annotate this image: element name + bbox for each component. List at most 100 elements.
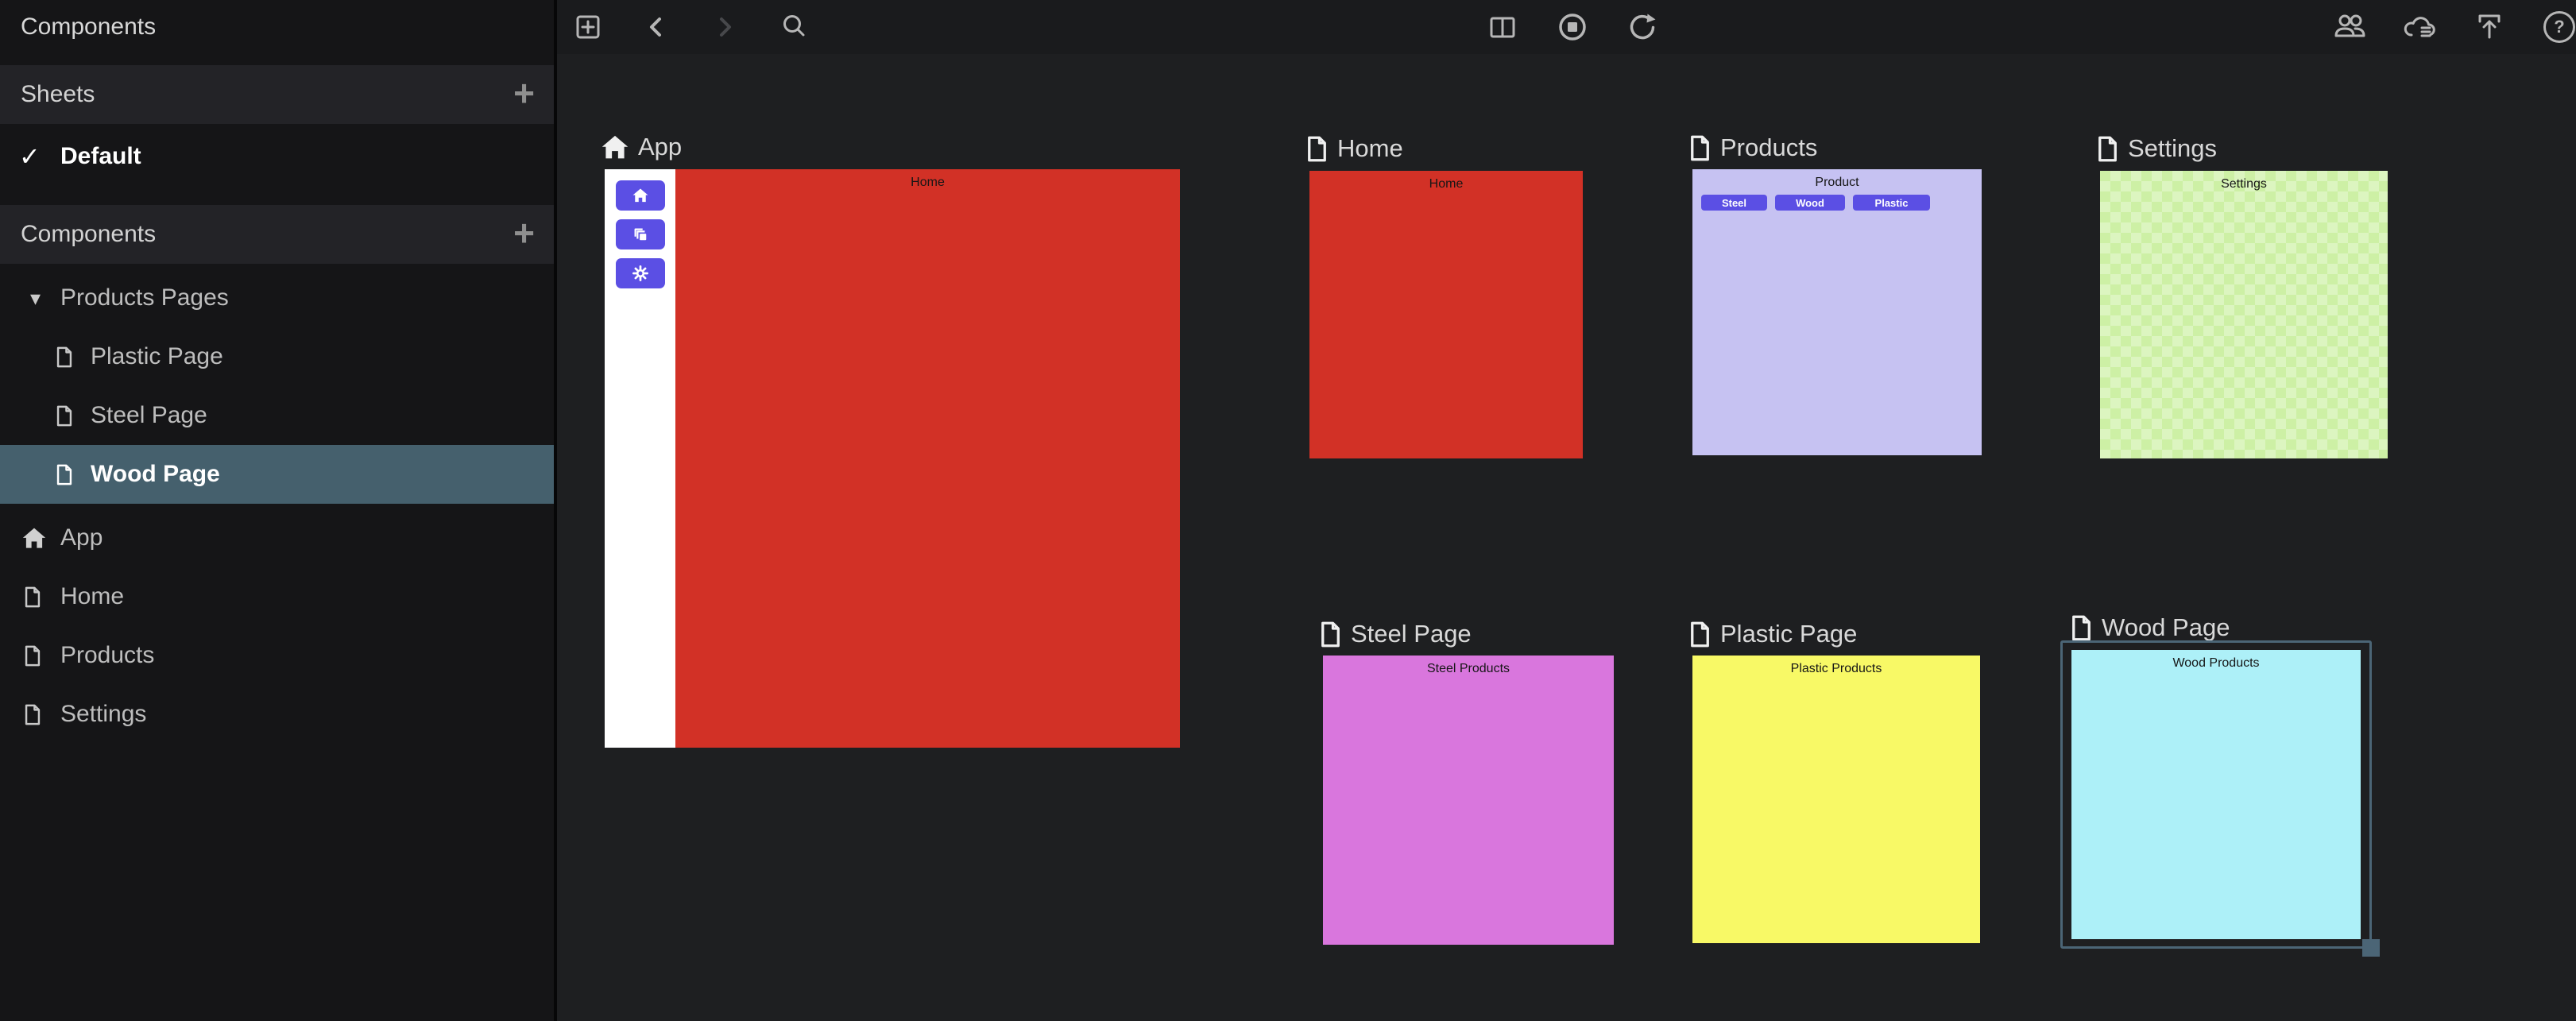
add-frame-button[interactable]	[571, 10, 605, 44]
file-icon	[1689, 135, 1711, 161]
page-heading: Settings	[2100, 171, 2388, 191]
sheets-section-header: Sheets +	[0, 65, 554, 124]
help-glyph: ?	[2554, 17, 2564, 37]
component-canvas-home[interactable]: Home	[1309, 171, 1583, 458]
history-back-button[interactable]	[639, 10, 674, 44]
component-title-steel-page[interactable]: Steel Page	[1320, 617, 1472, 652]
file-icon	[24, 704, 41, 725]
tree-item-label: Steel Page	[0, 402, 207, 429]
file-icon	[1689, 621, 1711, 648]
selection-frame: Wood Products	[2060, 640, 2372, 949]
history-forward-button[interactable]	[707, 10, 742, 44]
chevron-right-icon	[709, 11, 741, 43]
tree-item-label: Plastic Page	[0, 343, 223, 370]
split-view-button[interactable]	[1485, 10, 1520, 44]
home-icon	[601, 135, 629, 160]
page-heading: Home	[1309, 171, 1583, 191]
component-title-text: Plastic Page	[1720, 620, 1857, 648]
component-title-text: Settings	[2128, 134, 2217, 163]
add-sheet-button[interactable]: +	[513, 75, 535, 111]
file-icon	[56, 464, 73, 485]
app-nav-pages-button[interactable]	[616, 219, 665, 249]
component-canvas-settings[interactable]: Settings	[2100, 171, 2388, 458]
component-title-products[interactable]: Products	[1689, 130, 1817, 165]
chevron-left-icon	[640, 11, 672, 43]
component-title-text: Products	[1720, 133, 1817, 162]
page-heading: Wood Products	[2071, 650, 2361, 671]
cloud-sync-button[interactable]	[2402, 10, 2437, 44]
collaborators-button[interactable]	[2333, 10, 2368, 44]
resize-handle[interactable]	[2362, 939, 2380, 957]
search-icon	[779, 11, 810, 43]
help-icon: ?	[2543, 11, 2575, 43]
sidebar-item-label: App	[0, 524, 102, 551]
components-section-header: Components +	[0, 205, 554, 264]
component-title-text: Wood Page	[2102, 613, 2230, 642]
pages-icon	[632, 226, 648, 242]
page-heading: Product	[1692, 169, 1982, 190]
app-nav-home-button[interactable]	[616, 180, 665, 211]
collaborators-icon	[2334, 11, 2367, 43]
sidebar-item-label: Settings	[0, 701, 146, 728]
component-title-app[interactable]: App	[601, 130, 682, 164]
caret-down-icon: ▾	[30, 286, 41, 311]
page-heading: Steel Products	[1323, 656, 1614, 676]
page-heading: Plastic Products	[1692, 656, 1980, 676]
component-canvas-wood-page[interactable]: Wood Products	[2071, 650, 2361, 939]
file-icon	[2071, 615, 2092, 641]
tree-item-plastic-page[interactable]: Plastic Page	[0, 327, 554, 386]
component-title-text: Home	[1337, 134, 1403, 163]
component-title-settings[interactable]: Settings	[2097, 131, 2217, 166]
add-frame-icon	[572, 11, 604, 43]
sheet-item-default[interactable]: ✓ Default	[0, 127, 554, 186]
add-component-button[interactable]: +	[513, 215, 535, 251]
component-canvas-products[interactable]: Product Steel Wood Plastic	[1692, 169, 1982, 455]
sidebar-item-products[interactable]: Products	[0, 626, 554, 685]
tree-item-steel-page[interactable]: Steel Page	[0, 386, 554, 445]
file-icon	[56, 346, 73, 368]
stop-button[interactable]	[1555, 10, 1590, 44]
component-title-home[interactable]: Home	[1306, 131, 1403, 166]
component-canvas-plastic-page[interactable]: Plastic Products	[1692, 656, 1980, 943]
split-view-icon	[1487, 11, 1518, 43]
file-icon	[24, 586, 41, 608]
steel-button[interactable]: Steel	[1701, 195, 1767, 211]
home-icon	[22, 528, 46, 549]
file-icon	[1320, 621, 1341, 648]
sidebar-title: Components	[0, 0, 554, 54]
sidebar: Components Sheets + ✓ Default Components…	[0, 0, 557, 1021]
app-nav-rail	[605, 169, 675, 748]
plastic-button[interactable]: Plastic	[1853, 195, 1930, 211]
stop-icon	[1557, 11, 1588, 43]
help-button[interactable]: ?	[2542, 10, 2576, 44]
component-title-text: App	[638, 133, 682, 161]
home-icon	[632, 188, 648, 203]
page-heading: Home	[675, 169, 1180, 190]
sidebar-item-label: Home	[0, 583, 124, 610]
components-section-label: Components	[21, 221, 156, 248]
wood-button[interactable]: Wood	[1775, 195, 1845, 211]
refresh-button[interactable]	[1625, 10, 1660, 44]
sidebar-item-home[interactable]: Home	[0, 567, 554, 626]
file-icon	[24, 645, 41, 667]
cloud-sync-icon	[2402, 11, 2437, 43]
gear-icon	[632, 265, 648, 281]
app-nav-settings-button[interactable]	[616, 258, 665, 288]
component-canvas-app[interactable]: Home	[605, 169, 1180, 748]
tree-item-wood-page[interactable]: Wood Page	[0, 445, 554, 504]
sidebar-item-app[interactable]: App	[0, 509, 554, 567]
component-title-plastic-page[interactable]: Plastic Page	[1689, 617, 1857, 652]
app-page-body: Home	[675, 169, 1180, 748]
check-icon: ✓	[19, 141, 41, 172]
component-title-text: Steel Page	[1351, 620, 1472, 648]
search-button[interactable]	[777, 10, 812, 44]
share-upload-icon	[2474, 11, 2505, 43]
sidebar-item-settings[interactable]: Settings	[0, 685, 554, 744]
file-icon	[1306, 136, 1328, 162]
product-button-row: Steel Wood Plastic	[1692, 195, 1982, 211]
component-canvas-steel-page[interactable]: Steel Products	[1323, 656, 1614, 945]
sheets-section-label: Sheets	[21, 81, 95, 108]
file-icon	[2097, 136, 2118, 162]
tree-group-products-pages[interactable]: ▾ Products Pages	[0, 269, 554, 327]
share-upload-button[interactable]	[2472, 10, 2507, 44]
